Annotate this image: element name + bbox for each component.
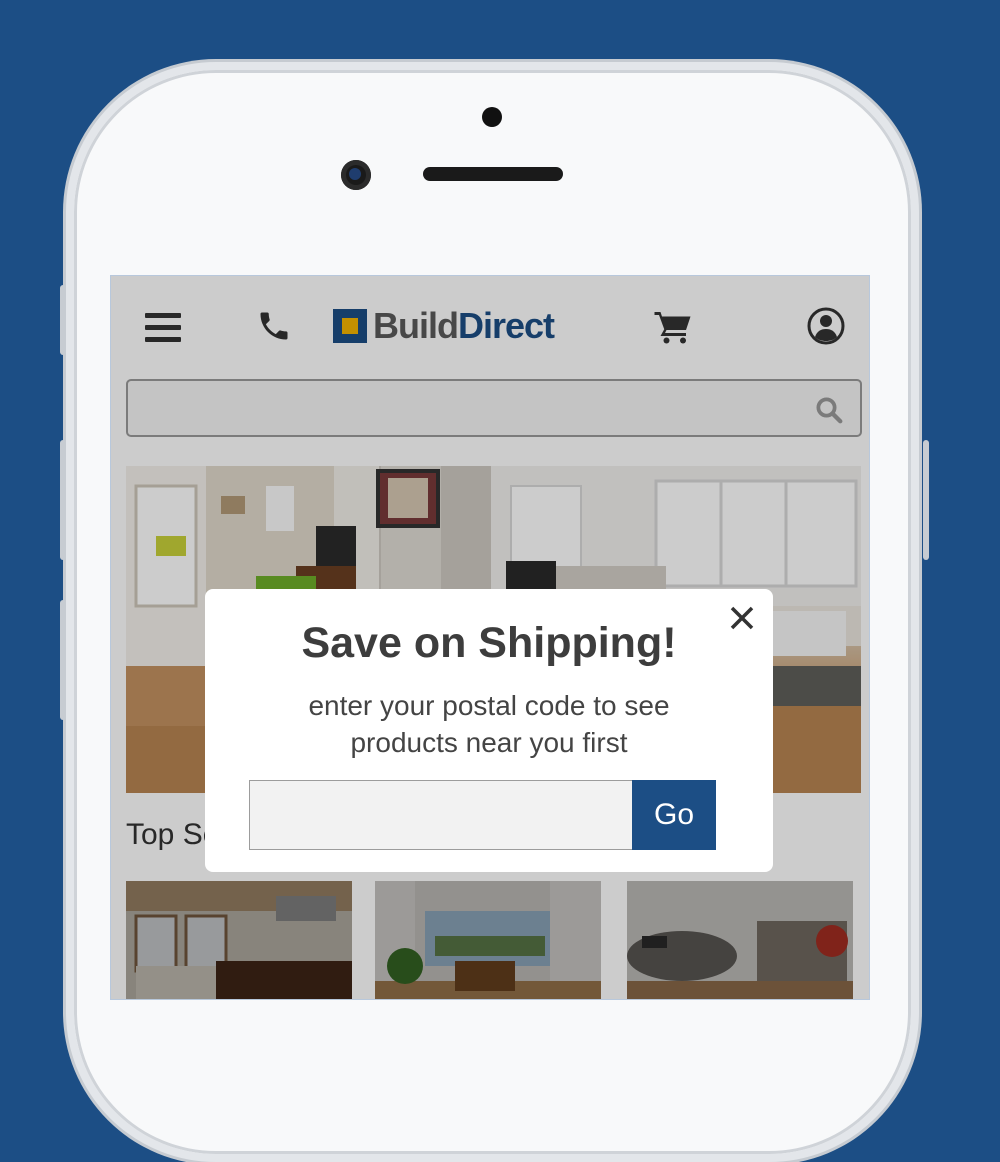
phone-side-button (60, 600, 66, 720)
modal-title: Save on Shipping! (301, 619, 677, 667)
phone-side-button (60, 440, 66, 560)
postal-code-input[interactable] (249, 780, 633, 850)
shipping-modal: Save on Shipping! enter your postal code… (205, 589, 773, 872)
phone-sensor (482, 107, 502, 127)
go-button[interactable]: Go (632, 780, 716, 850)
phone-side-button (923, 440, 929, 560)
phone-side-button (60, 285, 66, 355)
phone-camera (341, 160, 371, 190)
modal-subtitle: enter your postal code to see products n… (308, 690, 670, 758)
phone-speaker (423, 167, 563, 181)
